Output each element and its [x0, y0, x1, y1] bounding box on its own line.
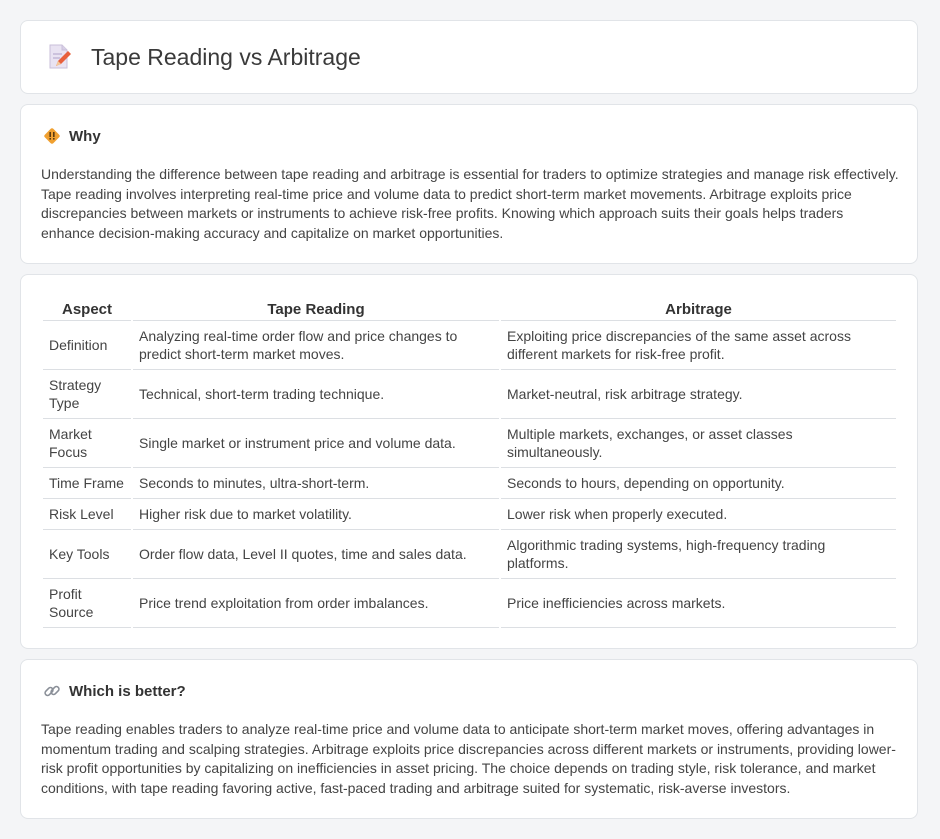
arbitrage-cell: Lower risk when properly executed. — [501, 499, 896, 530]
tape-reading-cell: Seconds to minutes, ultra-short-term. — [133, 468, 499, 499]
tape-reading-cell: Analyzing real-time order flow and price… — [133, 321, 499, 370]
page-title: Tape Reading vs Arbitrage — [91, 43, 361, 70]
comparison-table: Aspect Tape Reading Arbitrage Definition… — [41, 297, 898, 628]
aspect-cell: Time Frame — [43, 468, 131, 499]
tape-reading-cell: Single market or instrument price and vo… — [133, 419, 499, 468]
aspect-cell: Definition — [43, 321, 131, 370]
better-heading: Which is better? — [69, 682, 186, 700]
table-row: Profit Source Price trend exploitation f… — [43, 579, 896, 628]
arbitrage-cell: Market-neutral, risk arbitrage strategy. — [501, 370, 896, 419]
aspect-cell: Risk Level — [43, 499, 131, 530]
why-text: Understanding the difference between tap… — [41, 166, 899, 241]
why-heading: Why — [69, 127, 101, 145]
table-row: Risk Level Higher risk due to market vol… — [43, 499, 896, 530]
arbitrage-cell: Multiple markets, exchanges, or asset cl… — [501, 419, 896, 468]
tape-reading-cell: Higher risk due to market volatility. — [133, 499, 499, 530]
aspect-cell: Profit Source — [43, 579, 131, 628]
tape-reading-cell: Technical, short-term trading technique. — [133, 370, 499, 419]
link-icon — [44, 685, 60, 697]
better-text: Tape reading enables traders to analyze … — [41, 721, 896, 796]
which-is-better-section: Which is better? Tape reading enables tr… — [20, 659, 918, 819]
aspect-cell: Key Tools — [43, 530, 131, 579]
table-row: Definition Analyzing real-time order flo… — [43, 321, 896, 370]
tape-reading-cell: Price trend exploitation from order imba… — [133, 579, 499, 628]
table-row: Strategy Type Technical, short-term trad… — [43, 370, 896, 419]
table-row: Market Focus Single market or instrument… — [43, 419, 896, 468]
aspect-cell: Market Focus — [43, 419, 131, 468]
arbitrage-cell: Exploiting price discrepancies of the sa… — [501, 321, 896, 370]
arbitrage-cell: Algorithmic trading systems, high-freque… — [501, 530, 896, 579]
comparison-card: Aspect Tape Reading Arbitrage Definition… — [20, 274, 918, 649]
arbitrage-cell: Price inefficiencies across markets. — [501, 579, 896, 628]
document-pencil-icon — [49, 44, 71, 69]
header-aspect: Aspect — [43, 297, 131, 321]
table-row: Time Frame Seconds to minutes, ultra-sho… — [43, 468, 896, 499]
diamond-warning-icon — [44, 128, 60, 144]
tape-reading-cell: Order flow data, Level II quotes, time a… — [133, 530, 499, 579]
header-tape-reading: Tape Reading — [133, 297, 499, 321]
arbitrage-cell: Seconds to hours, depending on opportuni… — [501, 468, 896, 499]
aspect-cell: Strategy Type — [43, 370, 131, 419]
title-card: Tape Reading vs Arbitrage — [20, 20, 918, 94]
header-arbitrage: Arbitrage — [501, 297, 896, 321]
why-section: Why Understanding the difference between… — [20, 104, 918, 264]
table-row: Key Tools Order flow data, Level II quot… — [43, 530, 896, 579]
